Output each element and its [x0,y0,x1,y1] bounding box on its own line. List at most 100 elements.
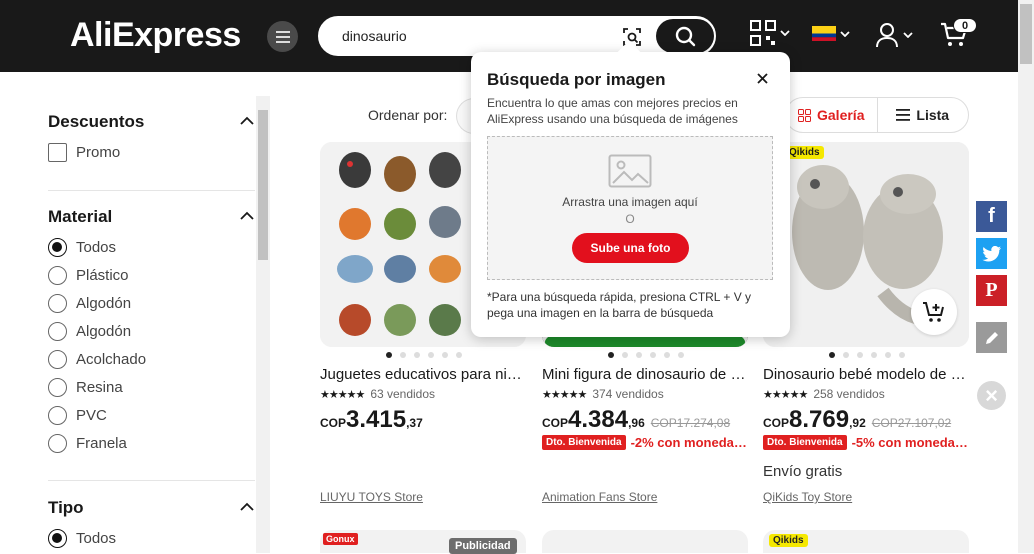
promo-row: Dto. Bienvenida -2% con moneda… [542,435,747,450]
coin-discount-text: -2% con moneda… [630,435,747,450]
radio-button[interactable] [48,294,67,313]
filter-sidebar: Descuentos Promo Material Todos Plástico… [0,72,272,553]
rating-stars: ★★★★★ [542,388,587,401]
chevron-down-icon [780,30,790,36]
product-rating: ★★★★★ 374 vendidos [542,387,664,401]
close-share-button[interactable]: × [977,381,1006,410]
page-scrollbar[interactable] [1018,0,1034,553]
store-link[interactable]: QiKids Toy Store [763,490,852,504]
gallery-view-label: Galería [817,107,865,123]
radio-button[interactable] [48,434,67,453]
product-title[interactable]: Mini figura de dinosaurio de g… [542,366,748,383]
checkbox[interactable] [48,143,67,162]
view-toggle: Galería Lista [785,97,969,133]
edit-button[interactable] [976,322,1007,353]
image-drop-zone[interactable]: Arrastra una imagen aquí O Sube una foto [487,136,773,280]
original-price: COP17.274,08 [650,416,731,430]
user-icon [876,23,898,48]
product-card[interactable]: Qikids [763,530,969,553]
filter-title-material: Material [48,207,113,226]
image-carousel-dots[interactable] [829,352,905,358]
filter-option-promo[interactable]: Promo [48,143,120,162]
rating-stars: ★★★★★ [320,388,365,401]
filter-option-material[interactable]: Algodón [48,294,131,313]
radio-button[interactable] [48,322,67,341]
popup-title: Búsqueda por imagen [487,70,666,89]
chevron-up-icon[interactable] [240,211,254,220]
popup-close-button[interactable] [757,68,768,89]
ad-label: Publicidad [449,538,517,554]
product-card[interactable] [542,530,748,553]
image-placeholder-icon [608,154,652,188]
search-icon [675,26,696,47]
sold-count: 258 vendidos [813,387,885,401]
sidebar-scrollbar[interactable] [256,96,270,553]
search-button[interactable] [656,19,714,53]
product-card[interactable]: Gonux Publicidad [320,530,526,554]
gallery-view-button[interactable]: Galería [786,98,878,132]
radio-button[interactable] [48,266,67,285]
search-input[interactable]: dinosaurio [342,28,407,44]
product-title[interactable]: Juguetes educativos para niño… [320,366,528,383]
product-title[interactable]: Dinosaurio bebé modelo de si… [763,366,969,383]
sold-count: 63 vendidos [370,387,436,401]
popup-description: Encuentra lo que amas con mejores precio… [487,96,738,126]
filter-title-descuentos: Descuentos [48,112,145,131]
facebook-share-button[interactable]: f [976,201,1007,232]
radio-button[interactable] [48,406,67,425]
add-to-cart-icon [923,302,944,322]
chevron-up-icon[interactable] [240,116,254,125]
original-price: COP27.107,02 [871,416,952,430]
store-link[interactable]: Animation Fans Store [542,490,657,504]
radio-button[interactable] [48,378,67,397]
pinterest-share-button[interactable]: P [976,275,1007,306]
filter-option-label: Promo [76,144,121,161]
close-icon: × [985,382,998,408]
radio-button[interactable] [48,238,67,257]
welcome-discount-badge: Dto. Bienvenida [542,435,626,450]
add-to-cart-button[interactable] [911,289,957,335]
cart-count-badge: 0 [953,18,977,33]
image-carousel-dots[interactable] [386,352,462,358]
product-rating: ★★★★★ 63 vendidos [320,387,435,401]
welcome-discount-badge: Dto. Bienvenida [763,435,847,450]
twitter-share-button[interactable] [976,238,1007,269]
list-view-button[interactable]: Lista [878,98,969,132]
list-icon [896,109,911,121]
filter-title-tipo: Tipo [48,498,84,517]
store-link[interactable]: LIUYU TOYS Store [320,490,423,504]
drop-instruction: Arrastra una imagen aquí [562,195,698,209]
upload-photo-button[interactable]: Sube una foto [572,233,689,263]
filter-option-material[interactable]: Resina [48,378,123,397]
store-tag: Qikids [785,146,824,159]
qr-code-menu[interactable] [750,20,790,46]
filter-option-label: Acolchado [76,351,147,368]
aliexpress-logo[interactable]: AliExpress [70,16,241,55]
filter-option-label: Franela [76,435,127,452]
filter-option-material[interactable]: Algodón [48,322,131,341]
chevron-up-icon[interactable] [240,502,254,511]
promo-row: Dto. Bienvenida -5% con moneda… [763,435,968,450]
radio-button[interactable] [48,350,67,369]
sold-count: 374 vendidos [592,387,664,401]
twitter-icon [981,245,1001,262]
menu-button[interactable] [267,21,298,52]
filter-option-material[interactable]: Todos [48,238,116,257]
list-view-label: Lista [916,107,950,123]
filter-option-tipo[interactable]: Todos [48,529,116,548]
filter-option-material[interactable]: Acolchado [48,350,146,369]
free-shipping-label: Envío gratis [763,463,843,480]
filter-option-material[interactable]: PVC [48,406,107,425]
country-selector[interactable] [812,26,850,41]
product-image[interactable] [763,142,969,347]
account-menu[interactable] [875,22,913,48]
menu-icon [275,30,290,43]
product-price: COP 3.415,37 [320,406,423,433]
image-carousel-dots[interactable] [608,352,684,358]
filter-option-material[interactable]: Franela [48,434,127,453]
filter-option-label: Todos [76,239,117,256]
radio-button[interactable] [48,529,67,548]
pencil-icon [985,331,998,344]
filter-option-material[interactable]: Plástico [48,266,129,285]
qr-code-icon [750,20,776,46]
